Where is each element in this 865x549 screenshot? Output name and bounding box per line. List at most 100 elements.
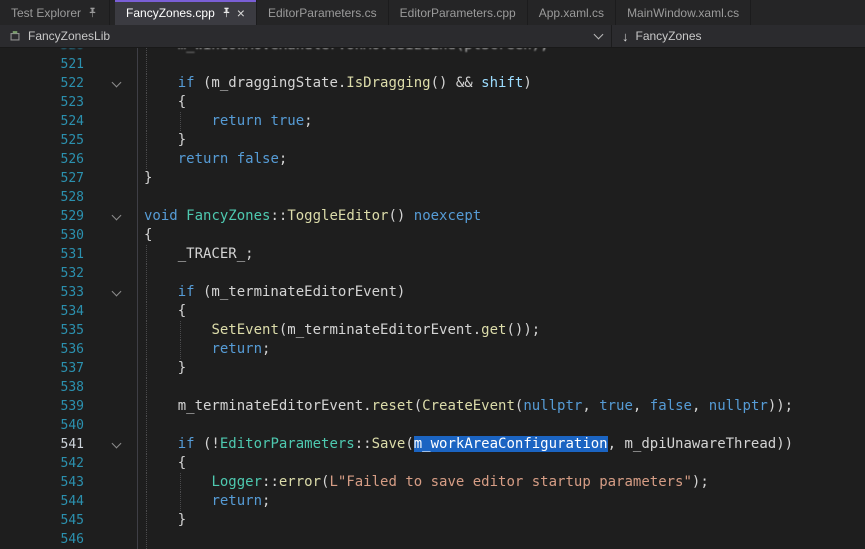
- line-number: 524: [0, 112, 100, 131]
- code-line[interactable]: 523 {: [0, 93, 865, 112]
- tab-test-explorer[interactable]: Test Explorer: [0, 0, 110, 25]
- indent-guide: [146, 264, 147, 283]
- fold-margin: [100, 340, 137, 359]
- tab-bar: Test Explorer FancyZones.cpp × EditorParame…: [0, 0, 865, 25]
- code-text: return;: [137, 492, 865, 511]
- line-number: 521: [0, 55, 100, 74]
- indent-guide: [146, 416, 147, 435]
- fold-chevron-icon[interactable]: [112, 439, 122, 449]
- code-line[interactable]: 531 _TRACER_;: [0, 245, 865, 264]
- code-line[interactable]: 541 if (!EditorParameters::Save(m_workAr…: [0, 435, 865, 454]
- scope-dropdown[interactable]: ↓ FancyZones: [612, 25, 865, 47]
- code-text: return;: [137, 340, 865, 359]
- code-text: }: [137, 131, 865, 150]
- tab-label: FancyZones.cpp: [126, 6, 215, 20]
- fold-margin: [100, 397, 137, 416]
- fold-margin: [100, 112, 137, 131]
- code-line[interactable]: 525 }: [0, 131, 865, 150]
- fold-chevron-icon[interactable]: [112, 211, 122, 221]
- code-line[interactable]: 536 return;: [0, 340, 865, 359]
- line-number: 522: [0, 74, 100, 93]
- code-line[interactable]: 532: [0, 264, 865, 283]
- code-line[interactable]: 535 SetEvent(m_terminateEditorEvent.get(…: [0, 321, 865, 340]
- line-number: 539: [0, 397, 100, 416]
- code-text: [137, 530, 865, 549]
- line-number: 544: [0, 492, 100, 511]
- pin-icon[interactable]: [221, 7, 232, 18]
- indent-guide: [146, 55, 147, 74]
- fold-margin: [100, 359, 137, 378]
- tab-label: App.xaml.cs: [539, 6, 604, 20]
- line-number: 534: [0, 302, 100, 321]
- code-line[interactable]: 529void FancyZones::ToggleEditor() noexc…: [0, 207, 865, 226]
- project-dropdown-label: FancyZonesLib: [28, 29, 110, 43]
- code-line[interactable]: 534 {: [0, 302, 865, 321]
- code-text: }: [137, 169, 865, 188]
- code-text: if (m_draggingState.IsDragging() && shif…: [137, 74, 865, 93]
- code-line[interactable]: 537 }: [0, 359, 865, 378]
- project-dropdown[interactable]: FancyZonesLib: [0, 25, 612, 47]
- project-icon: [9, 30, 21, 42]
- fold-chevron-icon[interactable]: [112, 78, 122, 88]
- tab-editorparameters-cs[interactable]: EditorParameters.cs: [257, 0, 389, 25]
- code-line[interactable]: 544 return;: [0, 492, 865, 511]
- tab-app-xaml-cs[interactable]: App.xaml.cs: [528, 0, 616, 25]
- fold-margin: [100, 283, 137, 302]
- code-line[interactable]: 546: [0, 530, 865, 549]
- code-line[interactable]: 522 if (m_draggingState.IsDragging() && …: [0, 74, 865, 93]
- code-line[interactable]: 527}: [0, 169, 865, 188]
- line-number: 533: [0, 283, 100, 302]
- code-text: [137, 378, 865, 397]
- code-line[interactable]: 545 }: [0, 511, 865, 530]
- code-line[interactable]: 524 return true;: [0, 112, 865, 131]
- code-text: {: [137, 226, 865, 245]
- line-number: 536: [0, 340, 100, 359]
- line-number: 540: [0, 416, 100, 435]
- tab-mainwindow-xaml-cs[interactable]: MainWindow.xaml.cs: [616, 0, 751, 25]
- code-line[interactable]: 539 m_terminateEditorEvent.reset(CreateE…: [0, 397, 865, 416]
- fold-chevron-icon[interactable]: [112, 287, 122, 297]
- code-text: if (m_terminateEditorEvent): [137, 283, 865, 302]
- code-line[interactable]: 542 {: [0, 454, 865, 473]
- code-line[interactable]: 538: [0, 378, 865, 397]
- line-number: 545: [0, 511, 100, 530]
- selection-highlight: m_workAreaConfiguration: [414, 436, 608, 452]
- code-line[interactable]: 533 if (m_terminateEditorEvent): [0, 283, 865, 302]
- code-editor[interactable]: 520 m_windowMoveHandler.OnMoveSizeEnd(pt…: [0, 48, 865, 549]
- code-text: Logger::error(L"Failed to save editor st…: [137, 473, 865, 492]
- code-line[interactable]: 540: [0, 416, 865, 435]
- indent-guide: [146, 530, 147, 549]
- code-line[interactable]: 521: [0, 55, 865, 74]
- code-text: [137, 416, 865, 435]
- fold-margin: [100, 150, 137, 169]
- code-line[interactable]: 526 return false;: [0, 150, 865, 169]
- code-text: {: [137, 302, 865, 321]
- close-icon[interactable]: ×: [237, 6, 245, 20]
- code-line[interactable]: 543 Logger::error(L"Failed to save edito…: [0, 473, 865, 492]
- fold-margin: [100, 93, 137, 112]
- code-text: {: [137, 454, 865, 473]
- code-line[interactable]: 528: [0, 188, 865, 207]
- fold-margin: [100, 321, 137, 340]
- code-line[interactable]: 520 m_windowMoveHandler.OnMoveSizeEnd(pt…: [0, 48, 865, 55]
- code-lines: 520 m_windowMoveHandler.OnMoveSizeEnd(pt…: [0, 48, 865, 549]
- code-text: return true;: [137, 112, 865, 131]
- fold-margin: [100, 131, 137, 150]
- fold-margin: [100, 48, 137, 55]
- tab-label: EditorParameters.cpp: [400, 6, 516, 20]
- code-text: [137, 55, 865, 74]
- line-number: 541: [0, 435, 100, 454]
- tab-fancyzones-cpp[interactable]: FancyZones.cpp ×: [115, 0, 257, 25]
- indent-guide: [146, 378, 147, 397]
- code-text: _TRACER_;: [137, 245, 865, 264]
- line-number: 535: [0, 321, 100, 340]
- pin-icon[interactable]: [87, 7, 98, 18]
- line-number: 529: [0, 207, 100, 226]
- line-number: 546: [0, 530, 100, 549]
- vs-editor-window: Test Explorer FancyZones.cpp × EditorParame…: [0, 0, 865, 549]
- code-line[interactable]: 530 {: [0, 226, 865, 245]
- line-number: 530: [0, 226, 100, 245]
- navigation-bar: FancyZonesLib ↓ FancyZones: [0, 25, 865, 48]
- tab-editorparameters-cpp[interactable]: EditorParameters.cpp: [389, 0, 528, 25]
- tab-label: Test Explorer: [11, 6, 81, 20]
